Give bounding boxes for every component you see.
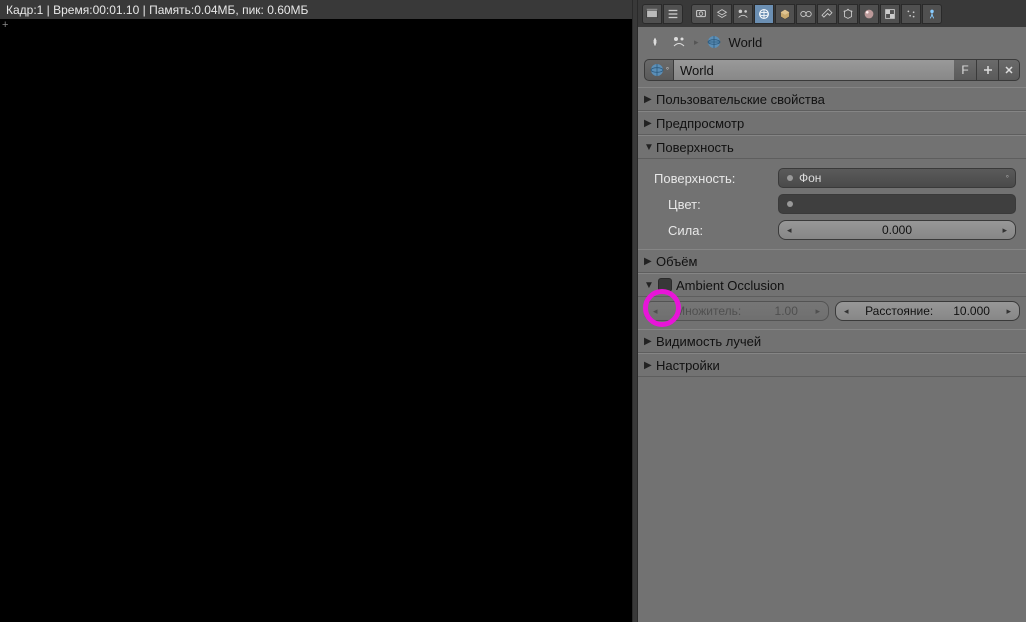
tab-physics-icon[interactable]	[922, 4, 942, 24]
panel-ray-visibility[interactable]: ▶Видимость лучей	[638, 329, 1026, 353]
unlink-datablock-button[interactable]	[998, 59, 1020, 81]
panel-label: Пользовательские свойства	[656, 92, 825, 107]
datablock-name-input[interactable]: World	[674, 59, 954, 81]
status-bar: Кадр:1 | Время:00:01.10 | Память:0.04МБ,…	[0, 0, 632, 19]
ao-checkbox[interactable]	[658, 278, 672, 292]
color-label: Цвет:	[648, 197, 778, 212]
new-datablock-button[interactable]	[976, 59, 998, 81]
properties-panel: ▸ World ° World F ▶Пользовательские свой…	[638, 0, 1026, 622]
editor-header	[638, 0, 1026, 27]
surface-shader-dropdown[interactable]: Фон	[778, 168, 1016, 188]
breadcrumb-label: World	[729, 35, 763, 50]
breadcrumb: ▸ World	[638, 27, 1026, 57]
tab-render-icon[interactable]	[691, 4, 711, 24]
panel-preview[interactable]: ▶Предпросмотр	[638, 111, 1026, 135]
tab-scene-icon[interactable]	[733, 4, 753, 24]
tab-world-icon[interactable]	[754, 4, 774, 24]
panel-label: Ambient Occlusion	[676, 278, 784, 293]
datablock-selector: ° World F	[638, 57, 1026, 87]
ao-distance-input[interactable]: ◂Расстояние: 10.000▸	[835, 301, 1020, 321]
panel-label: Предпросмотр	[656, 116, 744, 131]
world-icon	[705, 33, 723, 51]
editor-type-dropdown[interactable]	[642, 4, 662, 24]
tab-modifiers-icon[interactable]	[817, 4, 837, 24]
color-field[interactable]	[778, 194, 1016, 214]
tab-data-icon[interactable]	[838, 4, 858, 24]
surface-label: Поверхность:	[648, 171, 778, 186]
tab-render-layers-icon[interactable]	[712, 4, 732, 24]
tab-constraints-icon[interactable]	[796, 4, 816, 24]
panel-label: Объём	[656, 254, 697, 269]
datablock-browse-button[interactable]: °	[644, 59, 674, 81]
chevron-right-icon: ▸	[694, 37, 699, 48]
panel-ambient-occlusion[interactable]: ▼Ambient Occlusion	[638, 273, 1026, 297]
pin-icon[interactable]	[646, 33, 664, 51]
panel-label: Видимость лучей	[656, 334, 761, 349]
context-menu-icon[interactable]	[663, 4, 683, 24]
scene-icon[interactable]	[670, 33, 688, 51]
tab-material-icon[interactable]	[859, 4, 879, 24]
panel-label: Настройки	[656, 358, 720, 373]
panel-label: Поверхность	[656, 140, 734, 155]
tab-object-icon[interactable]	[775, 4, 795, 24]
panel-volume[interactable]: ▶Объём	[638, 249, 1026, 273]
split-handle-icon[interactable]: +	[0, 19, 12, 31]
strength-input[interactable]: ◂0.000▸	[778, 220, 1016, 240]
panel-settings[interactable]: ▶Настройки	[638, 353, 1026, 377]
strength-label: Сила:	[648, 223, 778, 238]
tab-particles-icon[interactable]	[901, 4, 921, 24]
panel-custom-properties[interactable]: ▶Пользовательские свойства	[638, 87, 1026, 111]
fake-user-button[interactable]: F	[954, 59, 976, 81]
tab-texture-icon[interactable]	[880, 4, 900, 24]
panel-surface[interactable]: ▼Поверхность	[638, 135, 1026, 159]
viewport[interactable]	[0, 0, 632, 622]
ao-factor-input[interactable]: ◂Множитель: 1.00▸	[644, 301, 829, 321]
